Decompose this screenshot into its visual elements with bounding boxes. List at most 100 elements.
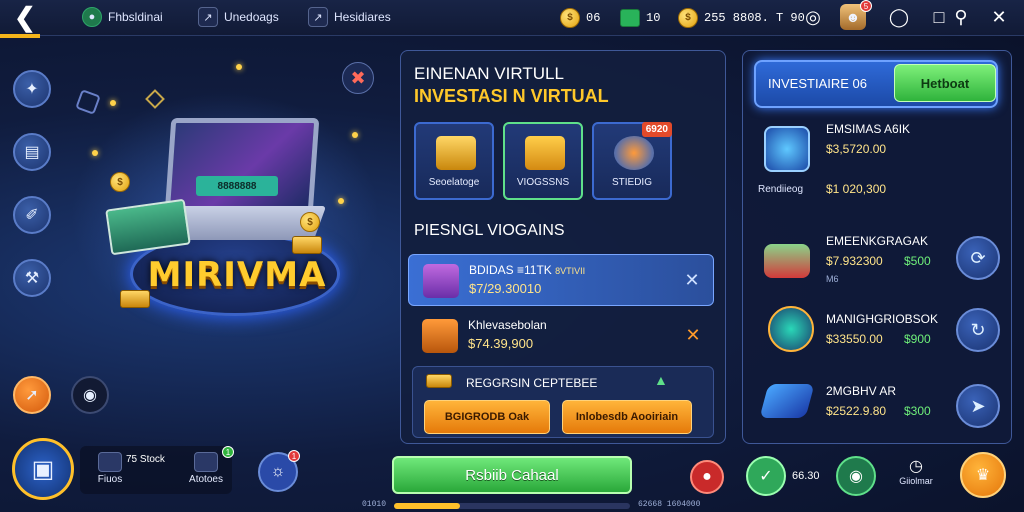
panel-title-line1: EINENAN VIRTULL xyxy=(414,64,564,83)
gold-coin-icon: $ xyxy=(678,8,698,28)
nav-label-2: Unedoags xyxy=(224,10,279,24)
player-avatar[interactable]: ☻ 5 xyxy=(840,0,872,30)
cash-icon xyxy=(620,9,640,27)
settings-label: Giiolmar xyxy=(899,476,933,486)
chart-icon: ↗ xyxy=(308,7,328,27)
notification-badge: 5 xyxy=(860,0,872,12)
asset-name-2: EMEENKGRAGAK xyxy=(826,234,929,248)
chart-icon: ↗ xyxy=(198,7,218,27)
chat-bubble-icon[interactable]: ◉ xyxy=(836,456,876,496)
send-icon[interactable]: ➤ xyxy=(956,384,1000,428)
vault-icon xyxy=(768,306,814,352)
asset-sub-price-1: $1 020,300 xyxy=(826,182,887,196)
tools-icon[interactable]: ⚒ xyxy=(13,259,51,297)
target-icon[interactable]: ◎ xyxy=(802,6,824,28)
investment-price-1: $7/29.30010 xyxy=(469,281,542,296)
sparkle xyxy=(110,100,116,106)
progress-fill xyxy=(394,503,461,509)
subpanel-button-2[interactable]: Inlobesdb Aooiriain xyxy=(562,400,692,434)
swap-icon[interactable]: ↻ xyxy=(956,308,1000,352)
coins-resource: $ 06 xyxy=(560,7,600,29)
gear-icon xyxy=(614,136,654,170)
check-icon[interactable]: ✓ xyxy=(746,456,786,496)
section-title: PIESNGL VIOGAINS xyxy=(414,222,565,239)
progress-left-label: 01010 xyxy=(362,500,387,509)
crystal-stack-icon xyxy=(423,264,459,298)
investment-row-2[interactable]: Khlevasebolan $74.39,900 ✕ xyxy=(408,310,714,362)
record-icon[interactable]: ● xyxy=(690,460,724,494)
coin-icon: $ xyxy=(110,172,130,192)
coins-value: 06 xyxy=(586,11,601,25)
crown-icon[interactable]: ♛ xyxy=(960,452,1006,498)
refresh-icon[interactable]: ⟳ xyxy=(956,236,1000,280)
ghost-icon[interactable]: ☼ 1 xyxy=(258,450,300,492)
nav-item-1[interactable]: ● Fhbsldinai xyxy=(82,6,163,28)
compass-icon[interactable]: ➚ xyxy=(13,376,51,414)
record-icon[interactable]: ◉ xyxy=(71,376,109,414)
investment-name-2: Khlevasebolan xyxy=(468,318,547,332)
screen-label: 8888888 xyxy=(196,176,278,196)
category-label-1: Seoelatoge xyxy=(428,177,480,188)
arrow-up-icon: ▲ xyxy=(654,372,668,388)
nav-label-1: Fhbsldinai xyxy=(108,10,163,24)
items-badge: 1 xyxy=(222,446,234,458)
back-arrow-icon[interactable]: ❮ xyxy=(14,4,50,30)
profile-book-icon[interactable]: ▣ xyxy=(12,438,74,500)
gold-bar-icon xyxy=(436,136,476,170)
bag-icon xyxy=(194,452,218,472)
asset-name-4: 2MGBHV AR xyxy=(826,384,897,398)
category-badge: 6920 xyxy=(641,122,672,137)
investment-price-2: $74.39,900 xyxy=(468,336,534,351)
globe-icon: ● xyxy=(82,7,102,27)
investment-row-1[interactable]: BDIDAS ≡11TK 8VTIVII $7/29.30010 ✕ xyxy=(408,254,714,306)
subpanel-button-1[interactable]: BGIGRODB Oak xyxy=(424,400,550,434)
chat-icon[interactable]: ▤ xyxy=(13,133,51,171)
stock-count: 75 Stock xyxy=(126,454,165,465)
search-icon[interactable]: ⚲ xyxy=(950,6,972,28)
crystal-icon xyxy=(759,384,815,418)
primary-action-button[interactable]: Rsbiib Cahaal xyxy=(392,456,632,494)
asset-price-3: $33550.00 xyxy=(826,332,883,346)
close-icon[interactable]: ✕ xyxy=(682,324,704,346)
profile-icon[interactable]: ◯ xyxy=(888,6,910,28)
close-icon[interactable]: ✕ xyxy=(988,6,1010,28)
sparkle xyxy=(338,198,344,204)
asset-price-4: $2522.9.80 xyxy=(826,404,887,418)
nav-item-3[interactable]: ↗ Hesidiares xyxy=(308,6,391,28)
category-label-2: VIOGSSNS xyxy=(516,177,570,188)
close-icon[interactable]: ✕ xyxy=(681,269,703,291)
asset-price-1: $3,5720.00 xyxy=(826,142,887,156)
items-button[interactable]: Atotoes xyxy=(184,452,228,485)
shield-icon xyxy=(764,126,810,172)
laptop-icon xyxy=(164,118,320,214)
sparkle xyxy=(236,64,242,70)
cash-stack-icon xyxy=(764,244,810,278)
asset-name-3: MANIGHGRIOBSOK xyxy=(826,312,939,326)
window-icon[interactable]: □ xyxy=(928,6,950,28)
category-label-3: STIEDIG xyxy=(611,177,652,188)
edit-icon[interactable]: ✐ xyxy=(13,196,51,234)
gold-crate-icon xyxy=(525,136,565,170)
category-card-2[interactable]: VIOGSSNS xyxy=(503,122,583,200)
music-note-icon xyxy=(75,89,101,115)
asset-price-2: $7.932300 xyxy=(826,254,883,268)
nav-item-2[interactable]: ↗ Unedoags xyxy=(198,6,279,28)
nav-label-3: Hesidiares xyxy=(334,10,391,24)
gold-value: 255 8808. T 90 xyxy=(704,11,805,25)
category-card-1[interactable]: Seoelatoge xyxy=(414,122,494,200)
stock-button[interactable]: Fiuos xyxy=(90,452,130,485)
treasure-box-icon xyxy=(422,319,458,353)
tools-close-icon[interactable]: ✖ xyxy=(342,62,374,94)
settings-button[interactable]: ◷ Giiolmar xyxy=(894,456,938,486)
subpanel-title: REGGRSIN CEPTEBEE xyxy=(466,376,598,390)
asset-sub-label-2: M6 xyxy=(826,274,839,284)
puzzle-icon[interactable]: ✦ xyxy=(13,70,51,108)
clock-icon: ◷ xyxy=(909,458,923,475)
notif-badge: 1 xyxy=(288,450,300,462)
asset-green-4: $300 xyxy=(904,404,931,418)
category-card-3[interactable]: STIEDIG 6920 xyxy=(592,122,672,200)
coin-icon: $ xyxy=(300,212,320,232)
header-action-button[interactable]: Hetboat xyxy=(894,64,996,102)
gold-bar-icon xyxy=(292,236,322,254)
asset-green-2: $500 xyxy=(904,254,931,268)
